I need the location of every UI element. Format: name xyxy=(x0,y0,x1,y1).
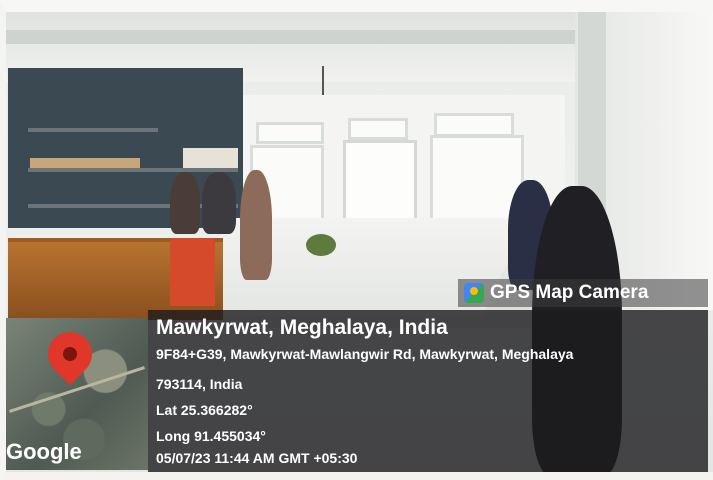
address-line-2: 793114, India xyxy=(156,376,243,392)
map-pin-center xyxy=(63,347,77,361)
google-logo-text: Google xyxy=(6,439,82,464)
address-line-1: 9F84+G39, Mawkyrwat-Mawlangwir Rd, Mawky… xyxy=(156,346,574,362)
photo-frame: GPS Map Camera Mawkyrwat, Meghalaya, Ind… xyxy=(0,0,713,480)
location-title: Mawkyrwat, Meghalaya, India xyxy=(156,316,448,339)
gps-app-name: GPS Map Camera xyxy=(490,282,649,303)
longitude: Long 91.455034° xyxy=(156,428,266,444)
gps-camera-logo-icon xyxy=(464,283,484,303)
datetime-stamp: 05/07/23 11:44 AM GMT +05:30 xyxy=(156,450,358,466)
latitude: Lat 25.366282° xyxy=(156,402,253,418)
gps-app-header: GPS Map Camera xyxy=(458,279,708,307)
location-info-panel: Mawkyrwat, Meghalaya, India 9F84+G39, Ma… xyxy=(148,310,708,472)
